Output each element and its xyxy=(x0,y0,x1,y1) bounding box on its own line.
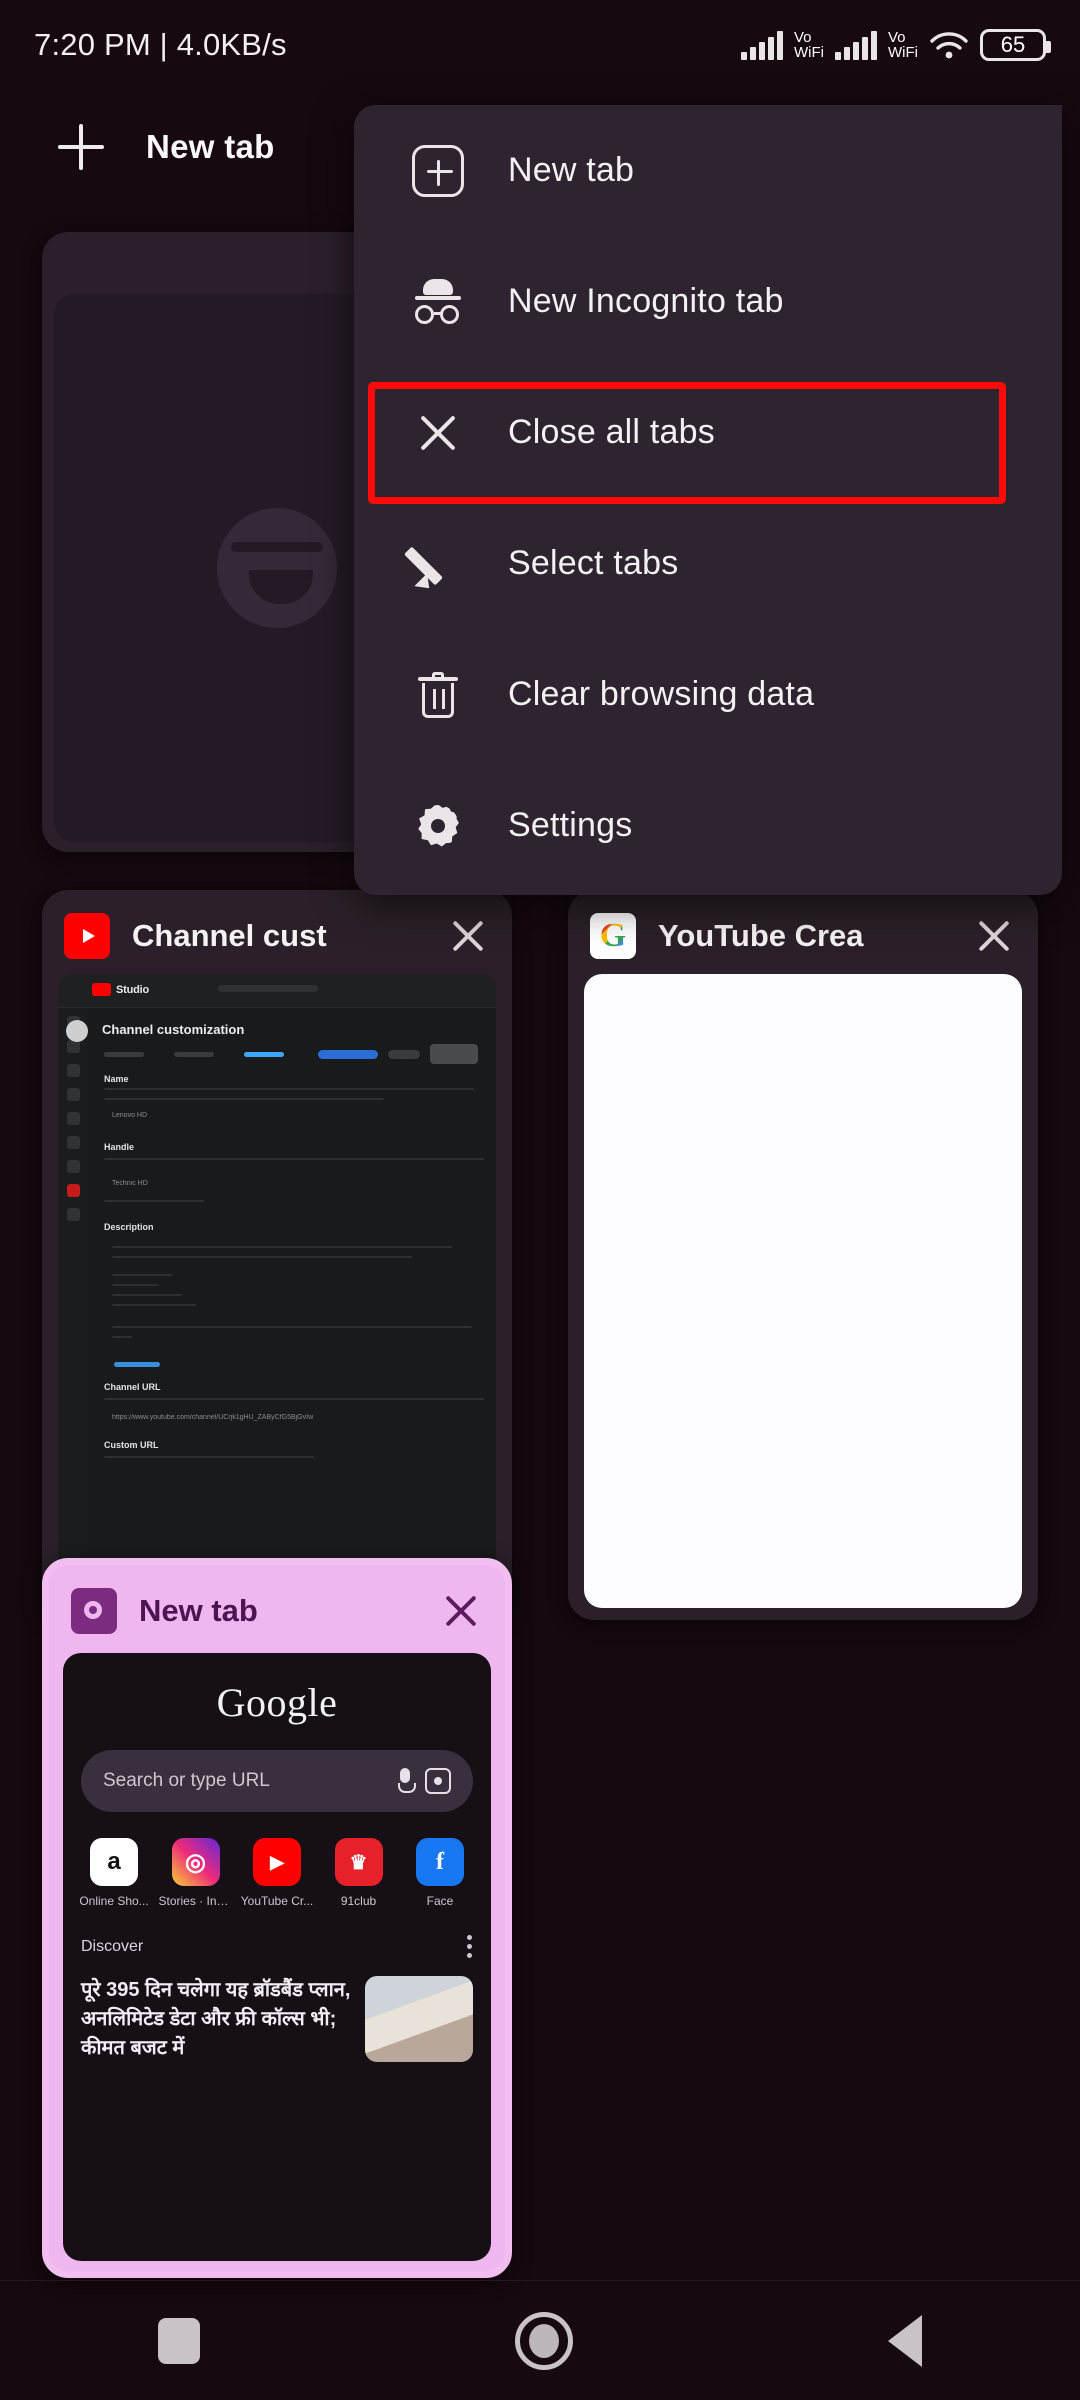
chrome-icon xyxy=(71,1588,117,1634)
tab-card-selected[interactable]: New tab Google Search or type URL a Onli… xyxy=(42,1558,512,2278)
google-lens-icon[interactable] xyxy=(425,1768,451,1794)
wifi-icon xyxy=(929,30,969,60)
battery-level: 65 xyxy=(1000,32,1026,57)
thumb-desc-label: Description xyxy=(104,1222,154,1232)
shortcut-icon: f xyxy=(416,1838,464,1886)
tab-title: YouTube Crea xyxy=(658,918,864,953)
discover-header: Discover xyxy=(81,1934,473,1960)
status-time-and-speed: 7:20 PM | 4.0KB/s xyxy=(34,27,287,62)
tab-card[interactable]: Channel cust Studio Channel customizatio… xyxy=(42,890,512,1620)
tab-card-header: Channel cust xyxy=(42,890,512,982)
globe-icon xyxy=(217,508,337,628)
shortcut-icon: ♛ xyxy=(334,1838,383,1886)
new-tab-icon xyxy=(412,144,464,197)
plus-icon xyxy=(58,124,104,170)
menu-item-label: New tab xyxy=(508,151,635,189)
discover-label: Discover xyxy=(81,1938,144,1955)
battery-icon: 65 xyxy=(980,29,1051,61)
recent-apps-icon[interactable] xyxy=(157,2317,200,2364)
tab-card-header: New tab xyxy=(49,1565,505,1657)
overflow-menu: New tab New Incognito tab Close all tabs… xyxy=(354,105,1062,895)
pencil-icon xyxy=(404,538,464,595)
menu-item-label: New Incognito tab xyxy=(508,282,784,320)
tab-thumbnail xyxy=(584,974,1022,1608)
menu-item-label: Settings xyxy=(508,806,633,844)
menu-item-new-tab[interactable]: New tab xyxy=(354,105,1062,236)
menu-item-new-incognito-tab[interactable]: New Incognito tab xyxy=(354,236,1062,367)
tab-title: Channel cust xyxy=(132,918,327,953)
android-navigation-bar xyxy=(0,2280,1080,2400)
menu-item-settings[interactable]: Settings xyxy=(354,760,1062,891)
new-tab-button-label: New tab xyxy=(146,128,275,165)
status-bar: 7:20 PM | 4.0KB/s Vo WiFi Vo WiFi 65 xyxy=(0,0,1080,90)
thumb-handle-label: Handle xyxy=(104,1142,135,1152)
menu-item-clear-browsing-data[interactable]: Clear browsing data xyxy=(354,629,1062,760)
studio-brand: Studio xyxy=(116,983,150,996)
new-tab-button[interactable]: New tab xyxy=(0,92,333,202)
tab-title: New tab xyxy=(139,1593,258,1628)
thumb-url-value: https://www.youtube.com/channel/UCrjk1gH… xyxy=(112,1414,314,1421)
search-placeholder: Search or type URL xyxy=(103,1770,270,1791)
shortcut-row: a Online Sho... ◎ Stories · Ins... ▶ You… xyxy=(77,1838,477,1908)
tab-thumbnail: Studio Channel customization Name Lenovo… xyxy=(58,974,496,1608)
search-input[interactable]: Search or type URL xyxy=(81,1750,473,1812)
back-icon[interactable] xyxy=(888,2314,923,2367)
shortcut-label: YouTube Cr... xyxy=(240,1894,314,1908)
shortcut-tile[interactable]: ▶ YouTube Cr... xyxy=(240,1838,314,1908)
shortcut-label: Online Sho... xyxy=(79,1894,149,1908)
home-icon[interactable] xyxy=(514,2311,573,2370)
phone-screen: 7:20 PM | 4.0KB/s Vo WiFi Vo WiFi 65 New t… xyxy=(0,0,1080,2400)
google-logo: Google xyxy=(216,1680,338,1725)
kebab-menu-icon[interactable] xyxy=(467,1934,473,1960)
shortcut-label: Stories · Ins... xyxy=(158,1894,233,1908)
signal-icon xyxy=(835,30,877,60)
youtube-icon xyxy=(64,913,110,959)
thumb-name-label: Name xyxy=(104,1074,129,1084)
menu-item-label: Clear browsing data xyxy=(508,675,815,713)
volte-wifi-icon: Vo WiFi xyxy=(794,29,824,61)
close-tab-button[interactable] xyxy=(972,914,1016,958)
shortcut-tile[interactable]: a Online Sho... xyxy=(77,1838,151,1908)
shortcut-label: 91club xyxy=(340,1894,377,1908)
article-headline: पूरे 395 दिन चलेगा यह ब्रॉडबैंड प्लान, अ… xyxy=(81,1979,351,2059)
shortcut-tile[interactable]: f Face xyxy=(403,1838,477,1908)
close-tab-button[interactable] xyxy=(446,914,490,958)
status-icons: Vo WiFi Vo WiFi 65 xyxy=(741,29,1051,61)
trash-icon xyxy=(412,669,464,721)
microphone-icon[interactable] xyxy=(397,1768,416,1794)
tab-card-header: G YouTube Crea xyxy=(568,890,1038,982)
shortcut-icon: ▶ xyxy=(253,1838,301,1886)
discover-article[interactable]: पूरे 395 दिन चलेगा यह ब्रॉडबैंड प्लान, अ… xyxy=(81,1976,473,2063)
volte-wifi-icon: Vo WiFi xyxy=(888,29,918,61)
article-thumbnail xyxy=(365,1976,473,2062)
incognito-icon xyxy=(412,276,464,328)
shortcut-tile[interactable]: ♛ 91club xyxy=(322,1838,396,1908)
close-x-icon xyxy=(412,407,464,459)
menu-item-select-tabs[interactable]: Select tabs xyxy=(354,498,1062,629)
menu-item-close-all-tabs[interactable]: Close all tabs xyxy=(354,367,1062,498)
menu-item-label: Select tabs xyxy=(508,544,679,582)
close-tab-button[interactable] xyxy=(439,1589,483,1633)
gear-icon xyxy=(412,800,464,852)
thumb-channel-url-label: Channel URL xyxy=(104,1382,161,1392)
shortcut-tile[interactable]: ◎ Stories · Ins... xyxy=(159,1838,233,1908)
thumb-heading: Channel customization xyxy=(102,1022,245,1037)
tab-card[interactable]: G YouTube Crea xyxy=(568,890,1038,1620)
shortcut-label: Face xyxy=(426,1894,454,1908)
menu-item-label: Close all tabs xyxy=(508,413,715,451)
tab-thumbnail: Google Search or type URL a Online Sho..… xyxy=(63,1653,491,2261)
signal-icon xyxy=(741,30,783,60)
thumb-custom-url-label: Custom URL xyxy=(104,1440,159,1450)
shortcut-icon: a xyxy=(90,1838,138,1886)
shortcut-icon: ◎ xyxy=(171,1838,220,1886)
google-icon: G xyxy=(590,913,636,959)
